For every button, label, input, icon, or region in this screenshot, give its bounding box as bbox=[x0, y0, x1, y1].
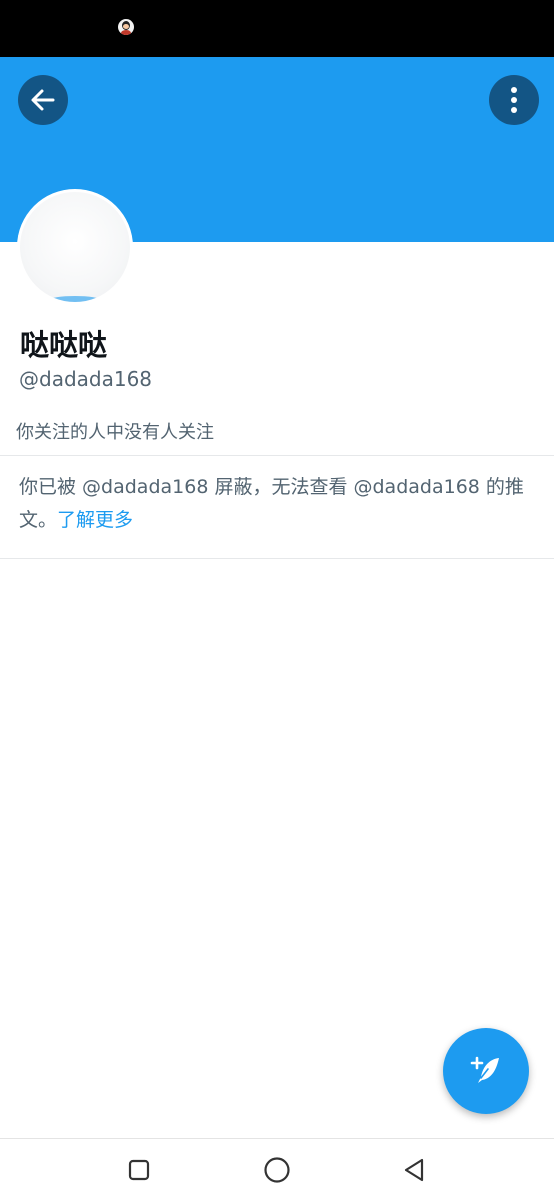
display-name: 哒哒哒 bbox=[20, 328, 108, 362]
more-options-button[interactable] bbox=[489, 75, 539, 125]
blocked-notice: 你已被 @dadada168 屏蔽，无法查看 @dadada168 的推文。了解… bbox=[19, 471, 534, 537]
avatar[interactable] bbox=[17, 189, 133, 305]
triangle-back-icon bbox=[404, 1158, 424, 1182]
system-nav-bar bbox=[0, 1138, 554, 1201]
avatar-image bbox=[20, 192, 130, 302]
profile-handle: @dadada168 bbox=[19, 367, 153, 391]
learn-more-link[interactable]: 了解更多 bbox=[57, 509, 133, 531]
compose-tweet-icon bbox=[470, 1056, 499, 1083]
compose-tweet-button[interactable] bbox=[443, 1028, 529, 1114]
circle-home-icon bbox=[264, 1157, 290, 1183]
home-button[interactable] bbox=[262, 1155, 292, 1185]
recents-button[interactable] bbox=[124, 1155, 154, 1185]
more-vertical-icon bbox=[511, 87, 517, 113]
followers-you-know[interactable]: 你关注的人中没有人关注 bbox=[16, 418, 214, 444]
square-recents-icon bbox=[128, 1159, 150, 1181]
divider bbox=[0, 558, 554, 559]
arrow-left-icon bbox=[31, 89, 55, 111]
status-bar bbox=[0, 0, 554, 57]
divider bbox=[0, 455, 554, 456]
avatar-notification-icon bbox=[118, 19, 134, 35]
back-nav-button[interactable] bbox=[399, 1155, 429, 1185]
back-button[interactable] bbox=[18, 75, 68, 125]
